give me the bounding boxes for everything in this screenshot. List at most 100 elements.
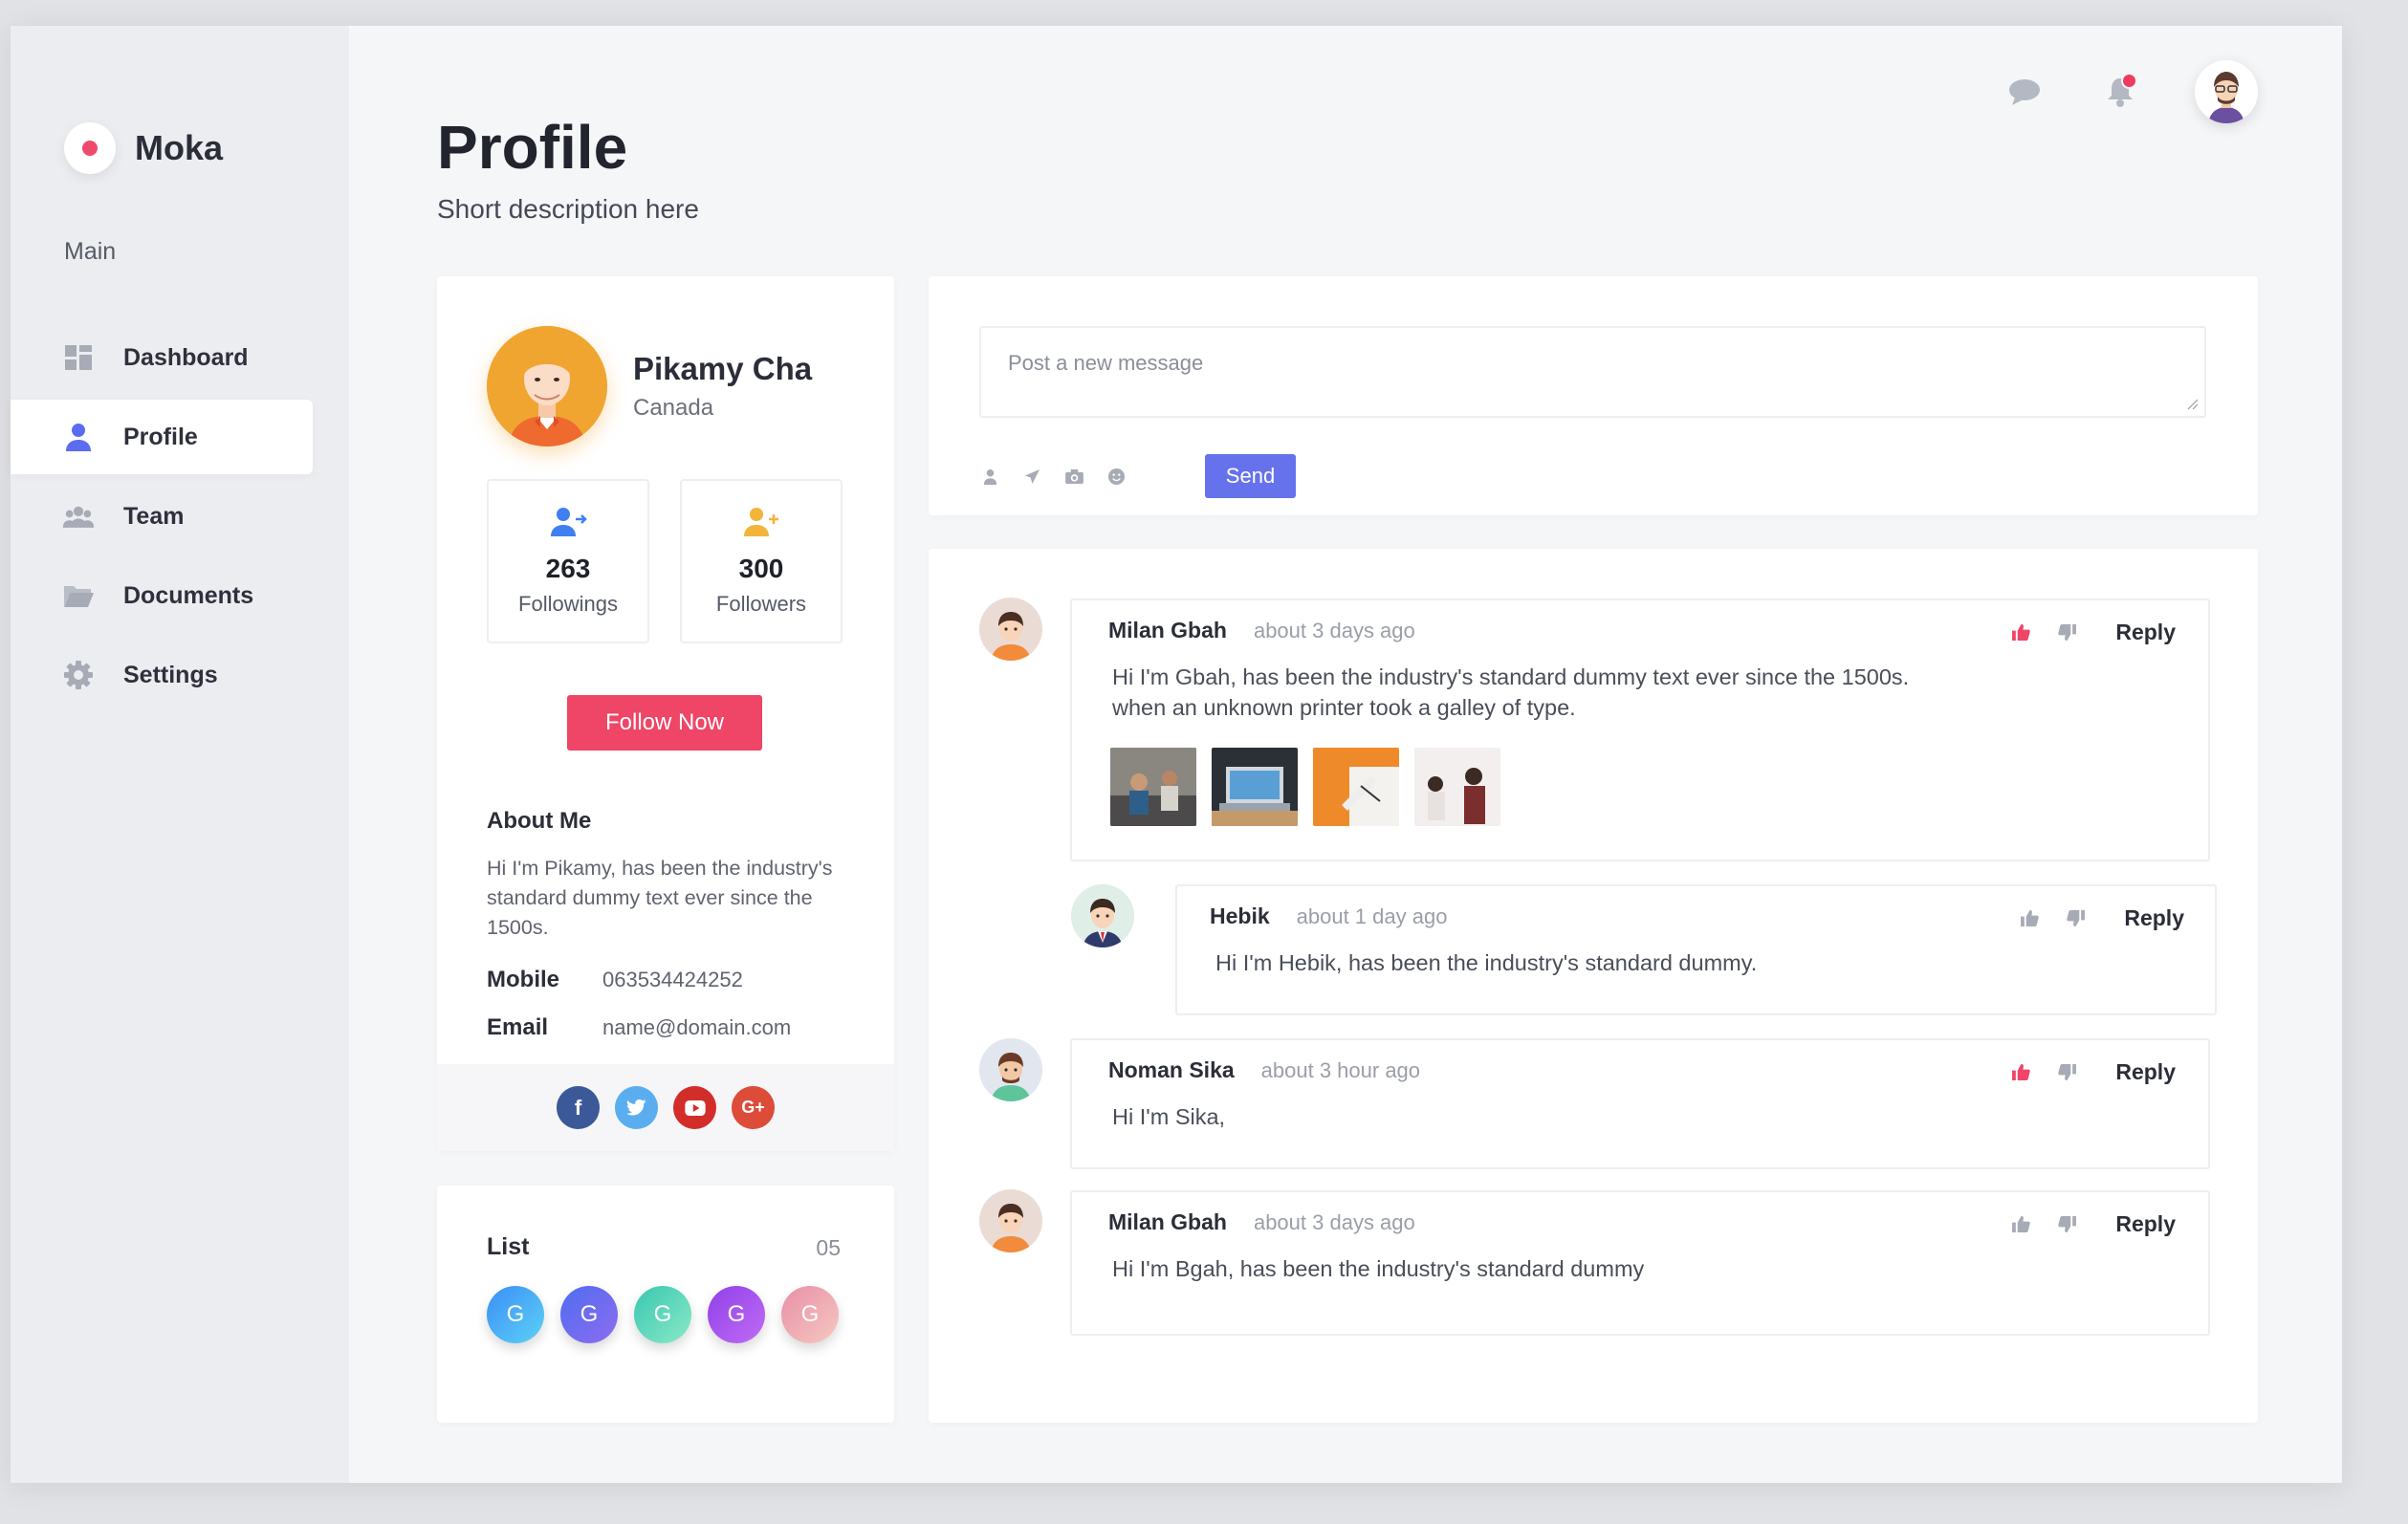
comment-author[interactable]: Noman Sika xyxy=(1108,1057,1235,1083)
camera-icon[interactable] xyxy=(1063,466,1084,487)
sidebar-item-profile[interactable]: Profile xyxy=(11,400,313,474)
gear-icon xyxy=(62,659,95,691)
about-text: Hi I'm Pikamy, has been the industry's s… xyxy=(487,857,833,939)
sidebar-item-team[interactable]: Team xyxy=(11,479,313,554)
user-follow-icon xyxy=(489,506,647,540)
list-count: 05 xyxy=(816,1235,841,1260)
youtube-icon[interactable] xyxy=(673,1086,716,1129)
comment-time: about 3 days ago xyxy=(1253,619,1415,642)
comment-actions: Reply xyxy=(1985,1211,2176,1237)
comment-attachments xyxy=(1110,748,1516,826)
list-avatar[interactable]: G xyxy=(487,1286,544,1343)
new-post-card: Post a new message Send xyxy=(929,276,2258,515)
comment-author[interactable]: Milan Gbah xyxy=(1108,1209,1227,1235)
followings-count: 263 xyxy=(545,554,591,583)
reply-button[interactable]: Reply xyxy=(2115,1059,2176,1085)
send-button[interactable]: Send xyxy=(1205,454,1296,498)
sidebar-nav: Dashboard Profile Team Documents Setting… xyxy=(11,320,349,717)
list-avatar[interactable]: G xyxy=(560,1286,618,1343)
sidebar-item-documents[interactable]: Documents xyxy=(11,558,313,633)
sidebar: Moka Main Dashboard Profile Team Documen… xyxy=(11,26,349,1483)
comment-avatar[interactable] xyxy=(979,1038,1042,1101)
comment-avatar[interactable] xyxy=(1071,884,1134,947)
thumbs-down-icon[interactable] xyxy=(2056,622,2077,643)
comment-header: Milan Gbah about 3 days ago xyxy=(1108,1209,1415,1235)
comment-avatar[interactable] xyxy=(979,1189,1042,1252)
notification-badge xyxy=(2121,73,2137,89)
comment-actions: Reply xyxy=(1994,905,2184,931)
brand[interactable]: Moka xyxy=(64,122,223,174)
facebook-icon[interactable]: f xyxy=(557,1086,600,1129)
list-avatar[interactable]: G xyxy=(634,1286,691,1343)
thumbs-down-icon[interactable] xyxy=(2065,908,2086,929)
comment-author[interactable]: Milan Gbah xyxy=(1108,618,1227,643)
page-subtitle: Short description here xyxy=(437,194,699,224)
send-location-icon[interactable] xyxy=(1021,466,1042,487)
dashboard-icon xyxy=(62,341,95,374)
page-title: Profile xyxy=(437,113,628,182)
thumbs-up-icon[interactable] xyxy=(2019,908,2040,929)
profile-avatar xyxy=(487,326,607,446)
comment-time: about 1 day ago xyxy=(1296,904,1448,928)
followings-label: Followings xyxy=(518,592,618,616)
thumbs-down-icon[interactable] xyxy=(2056,1214,2077,1235)
comment-box: Milan Gbah about 3 days ago Reply Hi I'm… xyxy=(1070,599,2210,861)
sidebar-item-settings[interactable]: Settings xyxy=(11,638,313,712)
follow-now-button[interactable]: Follow Now xyxy=(567,695,762,751)
comment-text: Hi I'm Bgah, has been the industry's sta… xyxy=(1112,1256,1645,1281)
attachment-image[interactable] xyxy=(1313,748,1399,826)
google-plus-icon[interactable]: G+ xyxy=(732,1086,775,1129)
resize-handle-icon[interactable] xyxy=(2185,397,2199,410)
folder-icon xyxy=(62,579,95,612)
thumbs-up-icon[interactable] xyxy=(2010,622,2031,643)
comment-box: Milan Gbah about 3 days ago Reply Hi I'm… xyxy=(1070,1190,2210,1336)
comment-text-line2: when an unknown printer took a galley of… xyxy=(1112,695,1576,720)
comment-text: Hi I'm Hebik, has been the industry's st… xyxy=(1215,950,1758,975)
followers-label: Followers xyxy=(715,592,807,616)
emoji-icon[interactable] xyxy=(1105,466,1127,487)
sidebar-item-label: Profile xyxy=(123,423,198,450)
list-title: List xyxy=(487,1233,530,1260)
comment-text: Hi I'm Sika, xyxy=(1112,1104,1226,1129)
twitter-icon[interactable] xyxy=(615,1086,658,1129)
reply-button[interactable]: Reply xyxy=(2115,1211,2176,1237)
sidebar-item-label: Documents xyxy=(123,581,254,609)
attachment-image[interactable] xyxy=(1414,748,1500,826)
comment-header: Milan Gbah about 3 days ago xyxy=(1108,618,1415,643)
email-value[interactable]: name@domain.com xyxy=(602,1014,791,1041)
comment-author[interactable]: Hebik xyxy=(1210,904,1270,929)
chat-icon[interactable] xyxy=(2003,71,2046,113)
thumbs-up-icon[interactable] xyxy=(2010,1214,2031,1235)
followings-stat[interactable]: 263 Followings xyxy=(487,479,649,643)
sidebar-item-label: Dashboard xyxy=(123,343,249,371)
profile-name: Pikamy Cha xyxy=(633,351,813,386)
comment-box: Noman Sika about 3 hour ago Reply Hi I'm… xyxy=(1070,1038,2210,1169)
profile-card: Pikamy Cha Canada 263 Followings 300 Fol… xyxy=(437,276,894,1151)
comment-header: Noman Sika about 3 hour ago xyxy=(1108,1057,1420,1083)
sidebar-item-dashboard[interactable]: Dashboard xyxy=(11,320,313,395)
mobile-label: Mobile xyxy=(487,967,559,992)
mobile-row: Mobile 063534424252 xyxy=(487,967,743,993)
user-add-icon xyxy=(682,506,841,540)
mobile-value: 063534424252 xyxy=(602,968,743,991)
thumbs-down-icon[interactable] xyxy=(2056,1062,2077,1083)
list-avatars: G G G G G xyxy=(487,1286,855,1343)
followers-stat[interactable]: 300 Followers xyxy=(680,479,843,643)
post-message-input[interactable]: Post a new message xyxy=(979,326,2206,418)
attachment-image[interactable] xyxy=(1110,748,1196,826)
reply-button[interactable]: Reply xyxy=(2124,905,2184,931)
comment-time: about 3 days ago xyxy=(1253,1210,1415,1234)
sidebar-item-label: Team xyxy=(123,502,185,530)
attachment-image[interactable] xyxy=(1212,748,1298,826)
comment-text: Hi I'm Gbah, has been the industry's sta… xyxy=(1112,664,1910,689)
reply-button[interactable]: Reply xyxy=(2115,620,2176,645)
list-avatar[interactable]: G xyxy=(708,1286,765,1343)
user-tag-icon[interactable] xyxy=(979,466,1000,487)
list-avatar[interactable]: G xyxy=(781,1286,839,1343)
comment-avatar[interactable] xyxy=(979,598,1042,661)
thumbs-up-icon[interactable] xyxy=(2010,1062,2031,1083)
user-avatar[interactable] xyxy=(2195,60,2258,123)
post-tools: Send xyxy=(979,454,1296,498)
app-window: Moka Main Dashboard Profile Team Documen… xyxy=(11,26,2342,1483)
bell-icon[interactable] xyxy=(2099,71,2141,113)
